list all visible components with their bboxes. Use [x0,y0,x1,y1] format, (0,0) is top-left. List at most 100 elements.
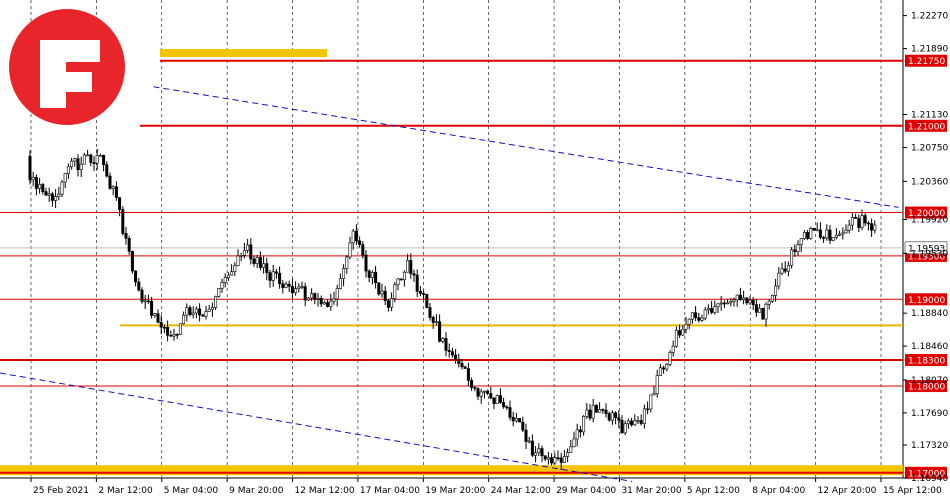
candle-body [569,446,573,453]
candle-body [828,229,832,241]
candle-body [726,302,730,305]
candle-body [866,222,870,225]
candles [28,148,877,471]
candle-body [505,406,509,409]
x-tick-label: 31 Mar 20:00 [621,486,681,496]
candle-body [415,274,419,292]
candle-body [386,300,390,308]
candle-body [626,420,630,425]
candle-body [550,457,554,464]
candle-body [252,258,256,264]
candle-body [76,158,80,170]
candle-body [166,327,170,336]
candle-body [297,286,301,290]
candle-body [262,263,266,268]
candle-body [377,282,381,295]
y-tick-label: 1.18460 [911,342,948,352]
candle-body [268,272,272,281]
candle-body [300,286,304,288]
candle-body [751,299,755,305]
candle-body [479,391,483,397]
candle-body [687,318,691,325]
y-tick-label: 1.19530 [911,249,948,259]
trend-lines [0,86,899,482]
candle-body [610,412,614,421]
candle-body [470,380,474,388]
candle-body [860,215,864,228]
candle-body [172,334,176,337]
candle-body [191,312,195,315]
candle-body [498,395,502,403]
candle-body [303,286,307,301]
candle-body [361,244,365,256]
candle-body [374,272,378,283]
candle-body [806,232,810,239]
candle-body [137,281,141,291]
candle-body [780,268,784,274]
candle-body [786,264,790,272]
candle-body [326,302,330,307]
candle-body [847,224,851,231]
candle-body [495,395,499,404]
candle-body [236,255,240,266]
candle-body [92,162,96,164]
candle-body [393,284,397,299]
candle-body [150,301,154,316]
y-tick-label: 1.20750 [911,143,948,153]
candle-body [511,417,515,422]
candle-body [642,408,646,424]
y-tick-label: 1.21890 [911,45,948,55]
candle-body [524,429,528,442]
candle-body [118,197,122,210]
candle-body [258,257,262,268]
candle-body [770,295,774,302]
candle-body [95,155,99,164]
candle-body [870,223,874,231]
candle-body [838,233,842,236]
chart-grid [0,0,904,479]
candle-body [390,298,394,308]
candle-body [460,363,464,368]
candle-body [425,293,429,308]
candle-body [255,257,259,264]
candle-body [335,288,339,300]
candle-body [486,390,490,394]
candle-body [614,412,618,419]
candle-body [607,413,611,421]
candle-body [89,154,93,163]
candle-body [754,304,758,313]
candle-body [271,271,275,281]
candle-body [66,166,70,174]
candle-body [63,173,67,183]
candle-body [783,268,787,272]
candle-body [345,256,349,269]
trend-line [153,86,899,208]
candle-body [290,285,294,294]
candle-body [438,321,442,342]
y-tick-label: 1.18840 [911,309,948,319]
candle-body [518,418,522,423]
candle-body [482,390,486,393]
y-tick-label: 1.16940 [911,474,948,484]
candle-body [399,278,403,281]
candle-body [774,285,778,296]
candle-body [601,409,605,411]
candle-body [412,273,416,276]
candle-body [396,278,400,286]
candle-body [422,293,426,295]
candle-body [854,216,858,219]
candle-body [162,326,166,329]
y-tick-label: 1.17320 [911,441,948,451]
candle-body [678,330,682,336]
candle-body [594,405,598,413]
candle-body [646,408,650,411]
candle-body [310,293,314,299]
candle-body [233,265,237,272]
candle-body [220,282,224,289]
candle-body [476,388,480,397]
candle-body [98,154,102,157]
candle-body [329,300,333,307]
candle-body [473,387,477,389]
candle-body [562,456,566,463]
candle-body [146,300,150,303]
